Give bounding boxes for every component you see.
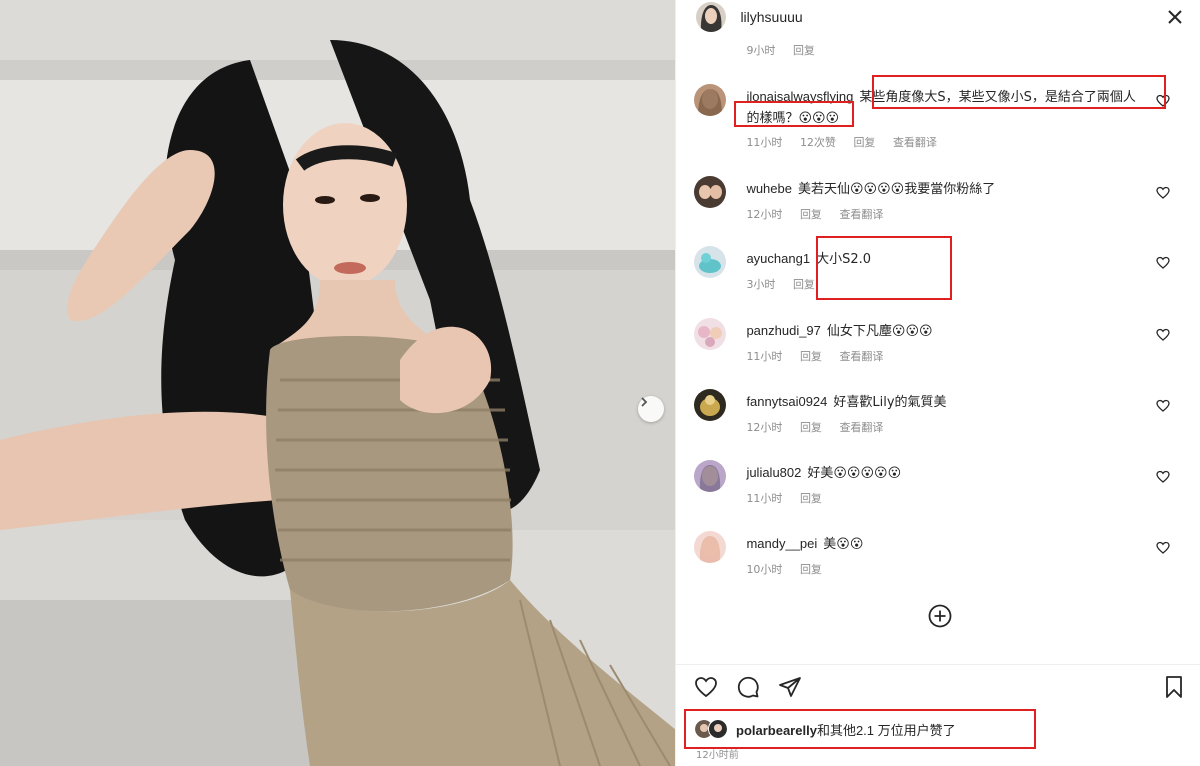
photo-illustration — [0, 0, 676, 766]
commenter-avatar[interactable] — [694, 246, 727, 278]
reply-link[interactable]: 回复 — [800, 350, 822, 363]
plus-circle-icon[interactable] — [928, 604, 952, 628]
comment-text: 大小S2.0 — [816, 252, 871, 267]
liker-avatar — [708, 719, 728, 739]
comment-time: 11小时 — [746, 350, 783, 363]
translate-link[interactable]: 查看翻译 — [839, 350, 883, 363]
heart-icon[interactable] — [694, 675, 718, 699]
comment-meta: 3小时 回复 — [746, 276, 829, 292]
comment-meta: 11小时 回复 — [746, 490, 836, 506]
translate-link[interactable]: 查看翻译 — [839, 208, 883, 221]
comment-text: 美若天仙😮😮😮😮我要當你粉絲了 — [797, 182, 996, 197]
comment-time: 10小时 — [746, 563, 783, 576]
close-icon[interactable] — [1164, 6, 1186, 28]
likes-count-text: 和其他2.1 万位用户赞了 — [816, 722, 956, 738]
commenter-username[interactable]: ilonaisalwaysflying — [746, 89, 853, 104]
commenter-username[interactable]: mandy__pei — [746, 536, 817, 551]
author-avatar[interactable] — [696, 2, 727, 32]
commenter-avatar[interactable] — [694, 389, 727, 421]
commenter-avatar[interactable] — [694, 84, 727, 116]
comment-text: 仙女下凡塵😮😮😮 — [826, 324, 933, 339]
heart-icon[interactable] — [1156, 470, 1171, 484]
heart-icon[interactable] — [1156, 94, 1171, 108]
commenter-avatar[interactable] — [694, 318, 727, 350]
previous-comment-meta: 9小时 回复 — [746, 42, 829, 58]
reply-link[interactable]: 回复 — [800, 421, 822, 434]
reply-link[interactable]: 回复 — [800, 492, 822, 505]
comment-body: wuhebe 美若天仙😮😮😮😮我要當你粉絲了 — [746, 178, 1166, 200]
commenter-username[interactable]: fannytsai0924 — [746, 394, 827, 409]
reply-link[interactable]: 回复 — [793, 44, 815, 57]
comment-meta: 12小时 回复 查看翻译 — [746, 206, 897, 222]
post-photo[interactable] — [0, 0, 676, 766]
commenter-avatar[interactable] — [694, 460, 727, 492]
translate-link[interactable]: 查看翻译 — [893, 136, 937, 149]
author-username[interactable]: lilyhsuuuu — [740, 9, 802, 25]
send-icon[interactable] — [778, 675, 802, 699]
comment-body: julialu802 好美😮😮😮😮😮 — [746, 462, 1166, 484]
likes-text: polarbearelly和其他2.1 万位用户赞了 — [736, 720, 956, 739]
action-bar — [676, 664, 1200, 705]
reply-link[interactable]: 回复 — [800, 208, 822, 221]
comment-text: 好喜歡Lily的氣質美 — [833, 395, 947, 410]
comment-time: 12小时 — [746, 421, 783, 434]
reply-link[interactable]: 回复 — [800, 563, 822, 576]
commenter-username[interactable]: ayuchang1 — [746, 251, 810, 266]
comment-text: 美😮😮 — [823, 537, 864, 552]
heart-icon[interactable] — [1156, 541, 1171, 555]
chevron-right-icon — [641, 397, 648, 407]
comment-time: 11小时 — [746, 492, 783, 505]
commenter-avatar[interactable] — [694, 531, 727, 563]
comments-panel: lilyhsuuuu 9小时 回复 ilonaisalwaysflying 某些角… — [675, 0, 1200, 766]
liker-username[interactable]: polarbearelly — [736, 723, 817, 738]
comment-likes[interactable]: 12次赞 — [800, 136, 836, 149]
comment-time: 11小时 — [746, 136, 783, 149]
post-header: lilyhsuuuu — [676, 0, 1200, 36]
bookmark-icon[interactable] — [1162, 675, 1186, 699]
heart-icon[interactable] — [1156, 186, 1171, 200]
comment-body: ayuchang1 大小S2.0 — [746, 248, 1166, 270]
translate-link[interactable]: 查看翻译 — [839, 421, 883, 434]
post-timestamp: 12小时前 — [696, 750, 739, 761]
comment-time: 9小时 — [746, 44, 776, 57]
reply-link[interactable]: 回复 — [793, 278, 815, 291]
comment-body: mandy__pei 美😮😮 — [746, 533, 1166, 555]
commenter-username[interactable]: wuhebe — [746, 181, 792, 196]
comment-icon[interactable] — [736, 675, 760, 699]
comment-time: 3小时 — [746, 278, 776, 291]
comment-meta: 12小时 回复 查看翻译 — [746, 419, 897, 435]
comment-time: 12小时 — [746, 208, 783, 221]
commenter-username[interactable]: julialu802 — [746, 465, 801, 480]
reply-link[interactable]: 回复 — [853, 136, 875, 149]
heart-icon[interactable] — [1156, 328, 1171, 342]
likes-summary[interactable]: polarbearelly和其他2.1 万位用户赞了 — [694, 716, 956, 742]
comment-meta: 10小时 回复 — [746, 561, 836, 577]
heart-icon[interactable] — [1156, 256, 1171, 270]
instagram-post: lilyhsuuuu 9小时 回复 ilonaisalwaysflying 某些角… — [0, 0, 1200, 766]
comment-text: 好美😮😮😮😮😮 — [807, 466, 902, 481]
next-photo-button[interactable] — [638, 396, 664, 422]
commenter-username[interactable]: panzhudi_97 — [746, 323, 820, 338]
commenter-avatar[interactable] — [694, 176, 727, 208]
comment-meta: 11小时 12次赞 回复 查看翻译 — [746, 134, 951, 150]
comment-body: ilonaisalwaysflying 某些角度像大S，某些又像小S，是結合了兩個… — [746, 86, 1146, 129]
comment-body: fannytsai0924 好喜歡Lily的氣質美 — [746, 391, 1166, 413]
comment-body: panzhudi_97 仙女下凡塵😮😮😮 — [746, 320, 1166, 342]
heart-icon[interactable] — [1156, 399, 1171, 413]
comment-meta: 11小时 回复 查看翻译 — [746, 348, 897, 364]
